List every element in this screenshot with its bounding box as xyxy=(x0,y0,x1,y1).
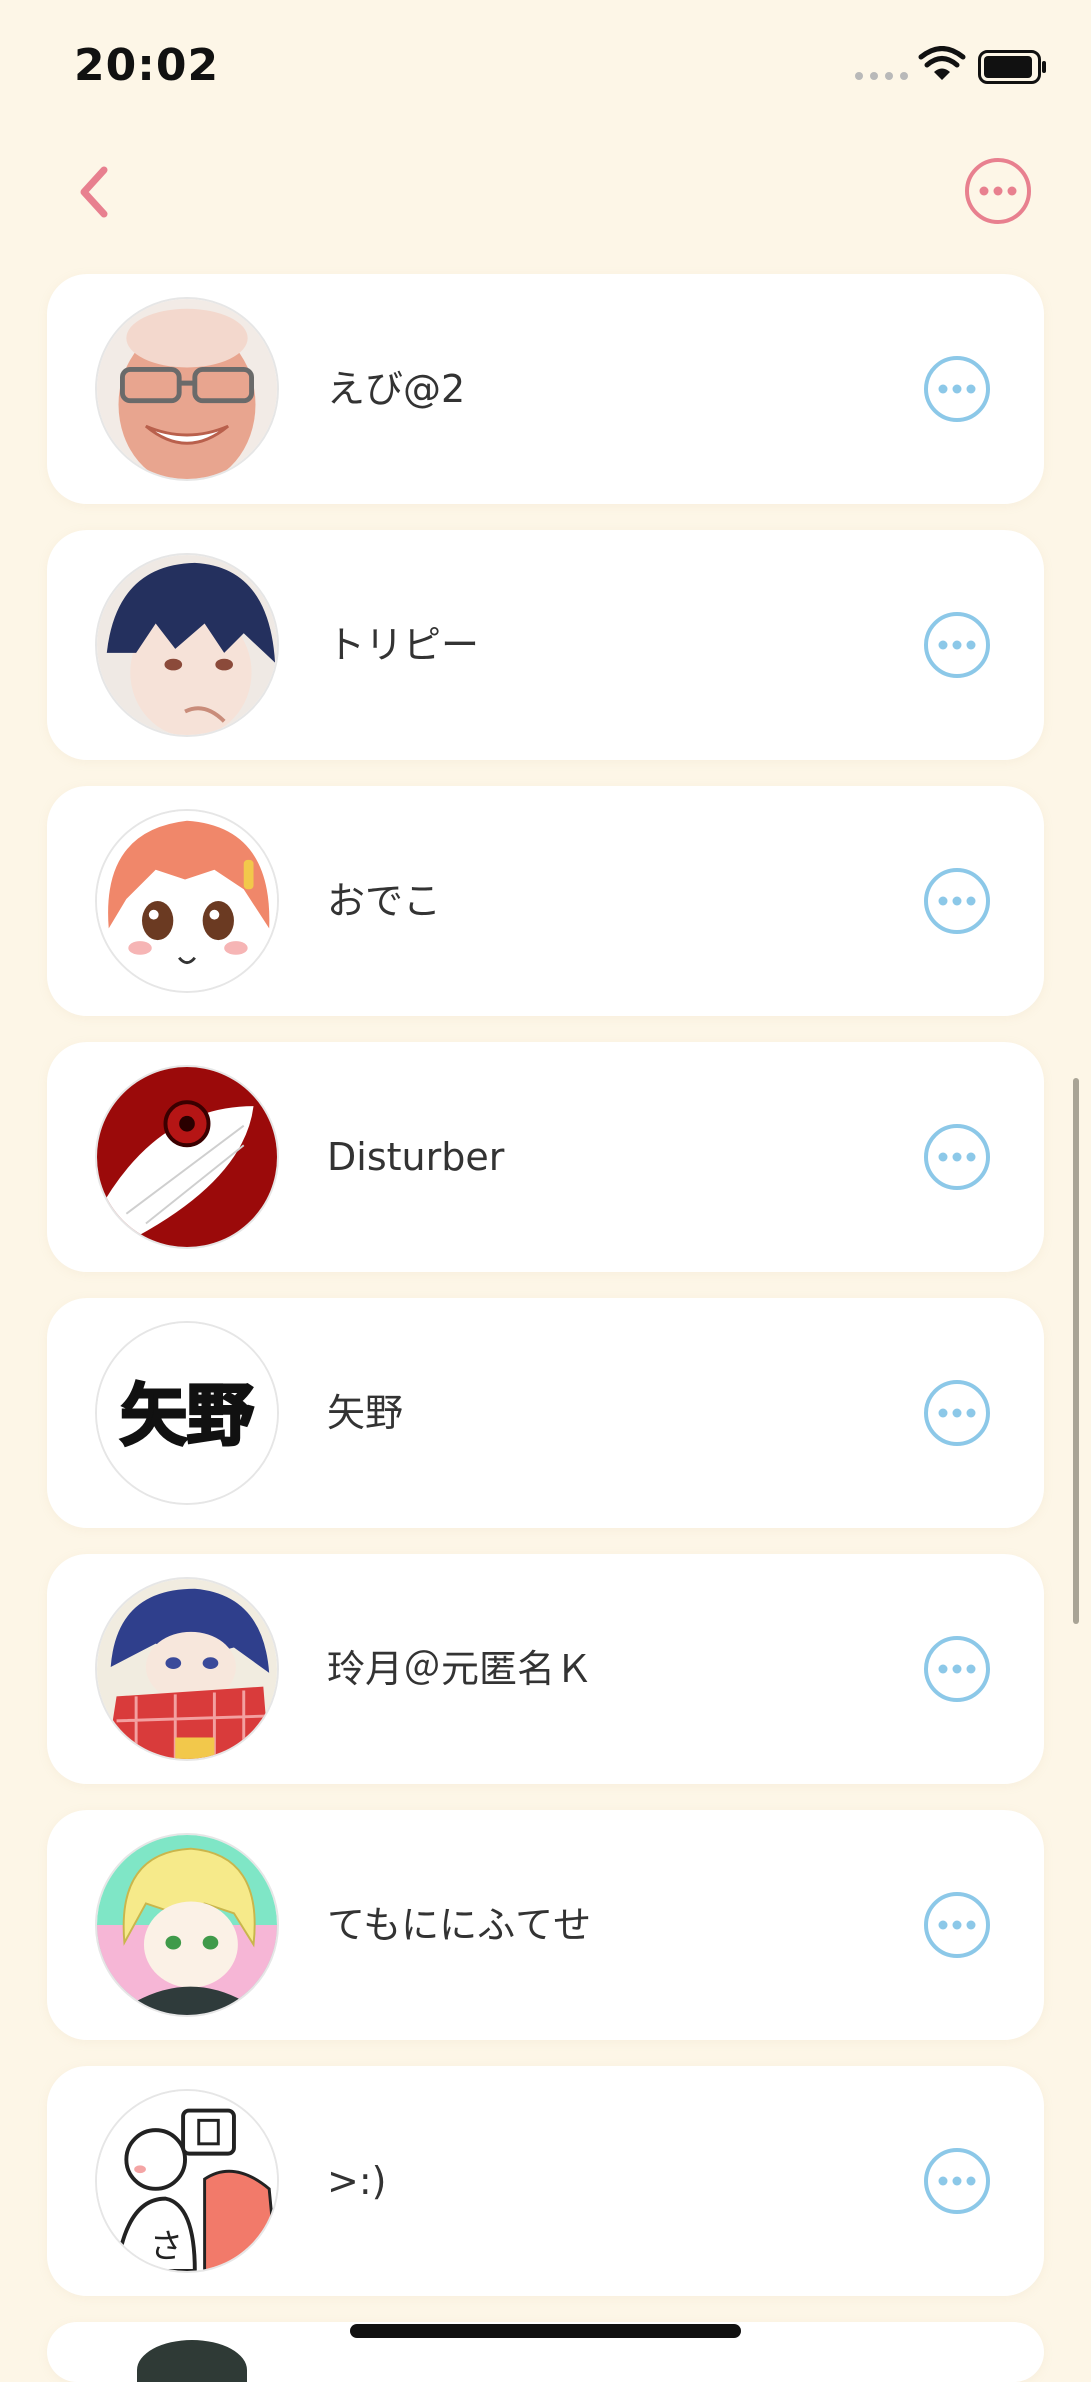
navigation-bar xyxy=(0,150,1091,250)
face-photo-avatar xyxy=(95,297,279,481)
contact-more-button[interactable] xyxy=(922,1634,992,1704)
contact-row[interactable]: えび@2 xyxy=(47,274,1044,504)
kanji-avatar: 矢野 xyxy=(95,1321,279,1505)
doodle-avatar: さ xyxy=(95,2089,279,2273)
cellular-signal-icon xyxy=(855,72,908,80)
contact-more-button[interactable] xyxy=(922,610,992,680)
status-bar: 20:02 xyxy=(0,0,1091,130)
scarf-boy-avatar xyxy=(95,1577,279,1761)
back-button[interactable] xyxy=(66,160,122,224)
chevron-left-icon xyxy=(80,166,108,218)
contact-row[interactable]: さ >:) xyxy=(47,2066,1044,2296)
contact-more-button[interactable] xyxy=(922,354,992,424)
contact-name: トリピー xyxy=(327,623,480,667)
avatar xyxy=(137,2340,247,2382)
contact-more-button[interactable] xyxy=(922,1890,992,1960)
contact-more-button[interactable] xyxy=(922,2146,992,2216)
contact-name: えび@2 xyxy=(327,367,466,411)
svg-text:さ: さ xyxy=(150,2226,183,2265)
scrollbar[interactable] xyxy=(1073,1078,1079,1624)
contact-row[interactable]: 玲月＠元匿名Ｋ xyxy=(47,1554,1044,1784)
contact-row[interactable]: Disturber xyxy=(47,1042,1044,1272)
contact-name: てもににふてせ xyxy=(327,1903,592,1947)
contact-name: おでこ xyxy=(327,879,442,923)
contact-name: Disturber xyxy=(327,1135,505,1179)
contact-more-button[interactable] xyxy=(922,1378,992,1448)
contact-name: >:) xyxy=(327,2159,387,2203)
contact-more-button[interactable] xyxy=(922,866,992,936)
eye-avatar xyxy=(95,1065,279,1249)
battery-icon xyxy=(978,50,1046,84)
contact-name: 玲月＠元匿名Ｋ xyxy=(327,1647,594,1691)
status-time: 20:02 xyxy=(74,40,220,91)
contact-row[interactable]: トリピー xyxy=(47,530,1044,760)
contact-row[interactable]: 矢野 矢野 xyxy=(47,1298,1044,1528)
contact-name: 矢野 xyxy=(327,1391,404,1435)
contact-more-button[interactable] xyxy=(922,1122,992,1192)
contact-row[interactable]: おでこ xyxy=(47,786,1044,1016)
svg-text:矢野: 矢野 xyxy=(120,1376,253,1454)
more-options-button[interactable] xyxy=(963,156,1033,226)
anime-girl-avatar xyxy=(95,809,279,993)
contact-row[interactable]: てもににふてせ xyxy=(47,1810,1044,2040)
anime-boy-avatar xyxy=(95,553,279,737)
home-indicator[interactable] xyxy=(350,2324,741,2338)
blonde-boy-avatar xyxy=(95,1833,279,2017)
wifi-icon xyxy=(918,46,966,80)
